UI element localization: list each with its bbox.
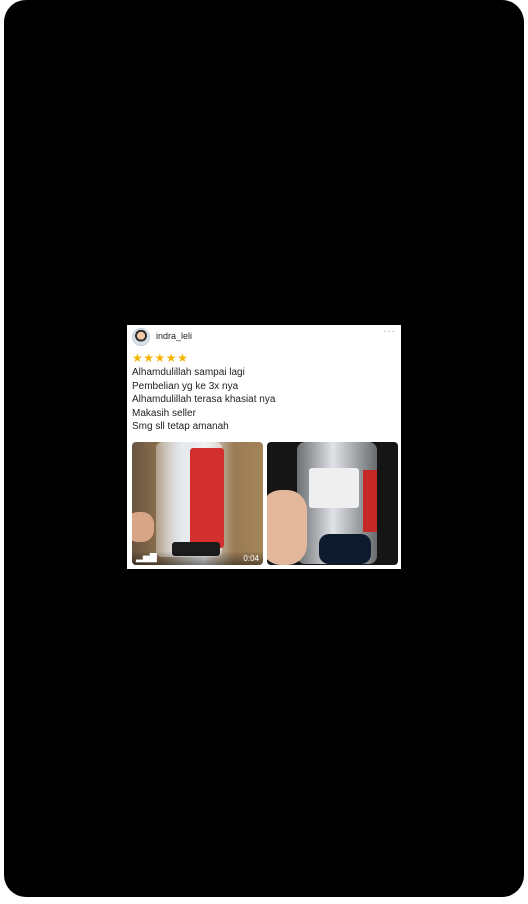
hand-image	[132, 512, 154, 542]
bar-chart-icon: ▂▅▇	[136, 552, 157, 562]
hand-image	[267, 490, 307, 565]
review-line: Makasih seller	[132, 407, 196, 419]
more-options-icon[interactable]: ···	[383, 326, 396, 337]
bottle-label	[190, 448, 224, 548]
bottle-red-label	[363, 470, 377, 532]
star-icon: ★	[154, 351, 166, 365]
review-text: Alhamdulillah sampai lagi Pembelian yg k…	[132, 366, 396, 434]
star-icon: ★	[143, 351, 155, 365]
review-photo-thumbnail[interactable]	[267, 442, 398, 565]
review-video-thumbnail[interactable]: ▂▅▇ 0:04	[132, 442, 263, 565]
bottle-label	[309, 468, 359, 508]
review-line: Smg sll tetap amanah	[132, 421, 229, 432]
review-line: Alhamdulillah terasa khasiat nya	[132, 394, 276, 405]
star-icon: ★	[165, 351, 177, 365]
star-rating: ★★★★★	[132, 349, 188, 365]
star-icon: ★	[132, 351, 143, 365]
bottle-cap	[319, 534, 371, 564]
star-icon: ★	[177, 351, 188, 365]
review-line: Alhamdulillah sampai lagi	[132, 367, 245, 378]
review-header: indra_leli ···	[132, 326, 396, 346]
phone-screen: indra_leli ··· ★★★★★ Alhamdulillah sampa…	[4, 0, 524, 897]
user-avatar[interactable]	[132, 328, 150, 346]
video-duration: 0:04	[243, 554, 259, 563]
review-card: indra_leli ··· ★★★★★ Alhamdulillah sampa…	[127, 325, 401, 569]
username[interactable]: indra_leli	[156, 331, 192, 341]
review-line: Pembelian yg ke 3x nya	[132, 380, 239, 392]
